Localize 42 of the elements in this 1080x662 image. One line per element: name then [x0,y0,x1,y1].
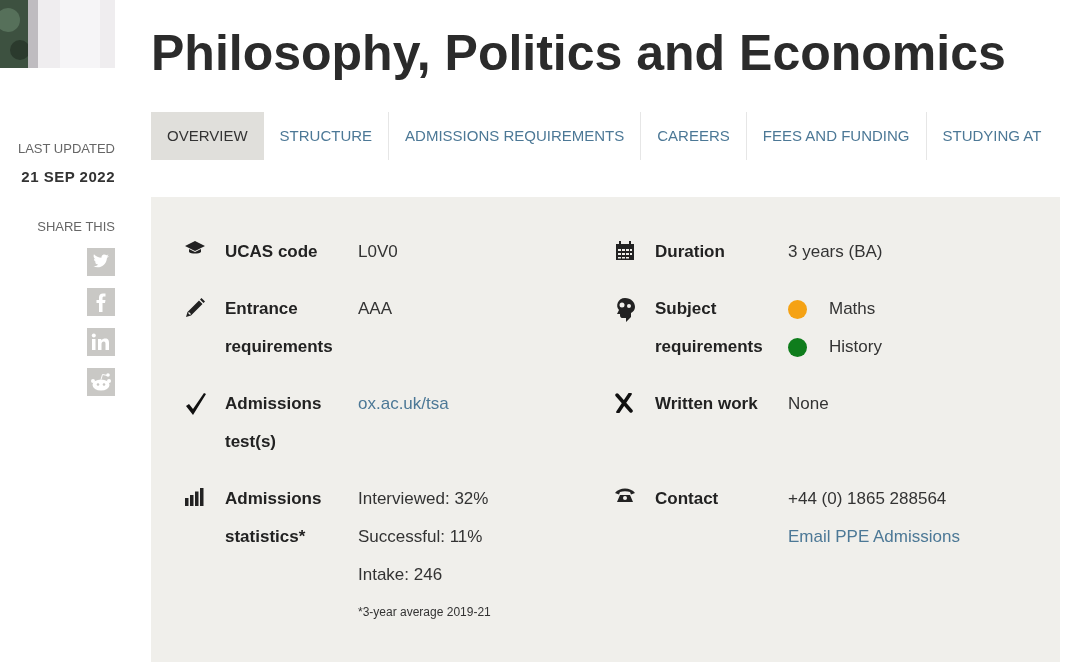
bird-icon[interactable] [87,248,115,276]
fact-label: Entrance requirements [225,298,334,358]
fact-label: Contact [655,488,720,510]
fact-label: Admissions test(s) [225,393,323,453]
fact-value: None [788,393,829,415]
fact-value: Intake: 246 [358,564,443,586]
tab[interactable]: FEES AND FUNDING [745,112,926,160]
facebook-icon[interactable] [87,288,115,316]
fact-label: Written work [655,393,759,415]
fact-label: UCAS code [225,241,319,263]
tab[interactable]: ADMISSIONS REQUIREMENTS [388,112,641,160]
fact-label: Duration [655,241,726,263]
link[interactable]: ox.ac.uk/tsa [358,385,449,423]
calendar-icon [615,241,635,261]
fact-value: +44 (0) 1865 288564 [788,488,947,510]
signal-bars-icon [185,488,205,506]
phone-icon [615,488,635,502]
graduation-cap-icon [185,241,205,255]
link[interactable]: Email PPE Admissions [788,518,960,556]
last-updated-label: LAST UPDATED [17,141,115,156]
cross-icon [615,393,633,413]
fact-value: 3 years (BA) [788,241,883,263]
subject-name: History [829,336,882,358]
check-icon [185,393,207,415]
last-updated-date: 21 SEP 2022 [21,168,115,185]
fact-label: Admissions statistics* [225,488,323,548]
page-title: Philosophy, Politics and Economics [151,24,1007,83]
fact-value: L0V0 [358,241,398,263]
fact-value: AAA [358,298,393,320]
fact-value: Interviewed: 32% [358,488,489,510]
head-icon [615,298,635,322]
pencil-icon [185,298,205,318]
tab[interactable]: CAREERS [640,112,746,160]
footnote: *3-year average 2019-21 [358,604,491,621]
linkedin-icon[interactable] [87,328,115,356]
fact-label: Subject requirements [655,298,764,358]
alien-icon[interactable] [87,368,115,396]
tab[interactable]: STRUCTURE [263,112,389,160]
share-label: SHARE THIS [37,219,115,234]
tab[interactable]: STUDYING AT [925,112,1058,160]
subject-name: Maths [829,298,876,320]
fact-value: Successful: 11% [358,526,483,548]
